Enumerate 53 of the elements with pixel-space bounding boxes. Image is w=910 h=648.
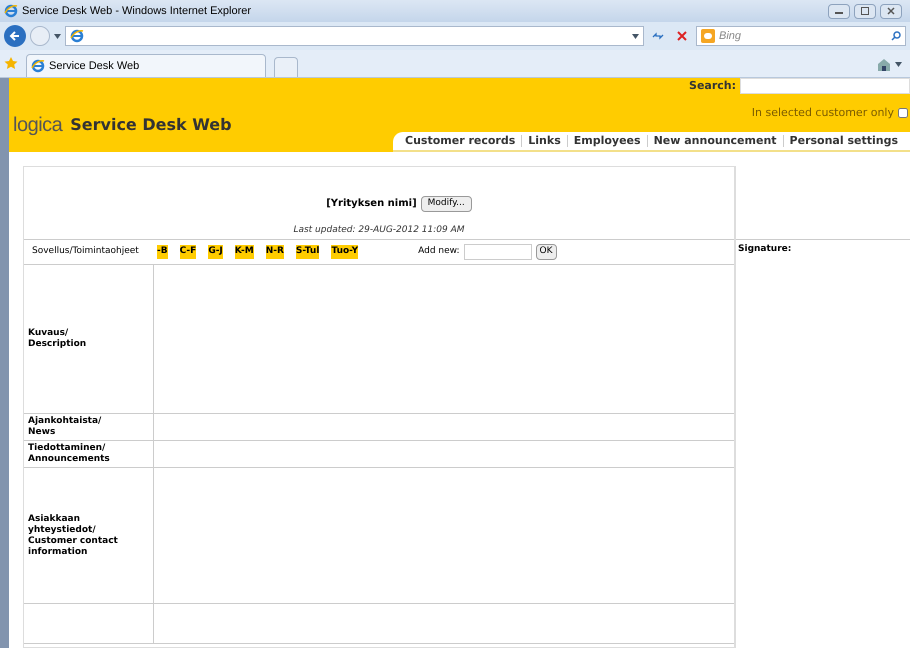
refresh-icon <box>652 31 664 41</box>
close-button[interactable] <box>880 4 902 18</box>
nav-link[interactable]: New announcement <box>654 132 777 150</box>
maximize-icon <box>861 7 869 15</box>
ok-button[interactable]: OK <box>536 244 557 260</box>
search-box[interactable]: Bing <box>696 26 906 46</box>
nav-link[interactable]: Links <box>528 132 561 150</box>
company-name: [Yrityksen nimi] <box>326 197 417 211</box>
search-placeholder: Bing <box>719 28 742 44</box>
letter-link[interactable]: Tuo-Y <box>331 245 358 259</box>
back-arrow-icon <box>9 30 21 42</box>
maximize-button[interactable] <box>854 4 876 18</box>
scope-checkbox[interactable] <box>898 108 908 118</box>
stop-icon <box>677 31 687 41</box>
letter-link[interactable]: C-F <box>180 245 196 259</box>
dropdown-caret-icon <box>895 62 902 67</box>
signature-label: Signature: <box>738 244 792 254</box>
letter-link[interactable]: S-Tul <box>296 245 320 259</box>
search-engine-logo-icon <box>701 29 715 43</box>
row-label: Kuvaus/ Description <box>28 328 86 350</box>
nav-link[interactable]: Employees <box>574 132 641 150</box>
nav-link[interactable]: Personal settings <box>790 132 898 150</box>
dropdown-caret-icon <box>54 34 61 38</box>
scope-label: In selected customer only <box>752 105 894 121</box>
last-updated: Last updated: 29-AUG-2012 11:09 AM <box>293 224 465 236</box>
add-new-field[interactable] <box>464 244 532 260</box>
row-label: Tiedottaminen/ Announcements <box>28 443 110 465</box>
modify-button[interactable]: Modify... <box>420 196 472 212</box>
dropdown-caret-icon <box>632 34 639 38</box>
app-title: Service Desk Web <box>70 114 232 136</box>
letter-link[interactable]: G-J <box>208 245 223 259</box>
index-label: Sovellus/Toimintaohjeet <box>32 245 140 258</box>
browser-logo-icon <box>31 59 45 73</box>
window-title: Service Desk Web - Windows Internet Explorer <box>22 4 252 19</box>
logo: logica <box>13 113 62 138</box>
letter-link[interactable]: K-M <box>234 245 254 259</box>
letter-link[interactable]: N-R <box>266 245 284 259</box>
home-icon[interactable] <box>877 58 891 71</box>
back-button[interactable] <box>4 25 26 47</box>
search-icon <box>891 31 901 41</box>
browser-tab[interactable]: Service Desk Web <box>26 54 266 77</box>
close-icon <box>887 7 895 15</box>
search-label: Search: <box>689 78 736 94</box>
row-label: Asiakkaan yhteystiedot/ Customer contact information <box>28 514 118 558</box>
nav-link[interactable]: Customer records <box>405 132 516 150</box>
row-label: Ajankohtaista/ News <box>28 416 102 438</box>
search-field[interactable] <box>740 78 910 94</box>
favorites-star-icon[interactable] <box>4 56 18 70</box>
browser-logo-icon <box>4 4 18 18</box>
browser-logo-icon <box>70 29 84 43</box>
add-new-label: Add new: <box>418 245 460 258</box>
letter-link[interactable]: -B <box>157 245 168 259</box>
minimize-button[interactable] <box>828 4 850 18</box>
